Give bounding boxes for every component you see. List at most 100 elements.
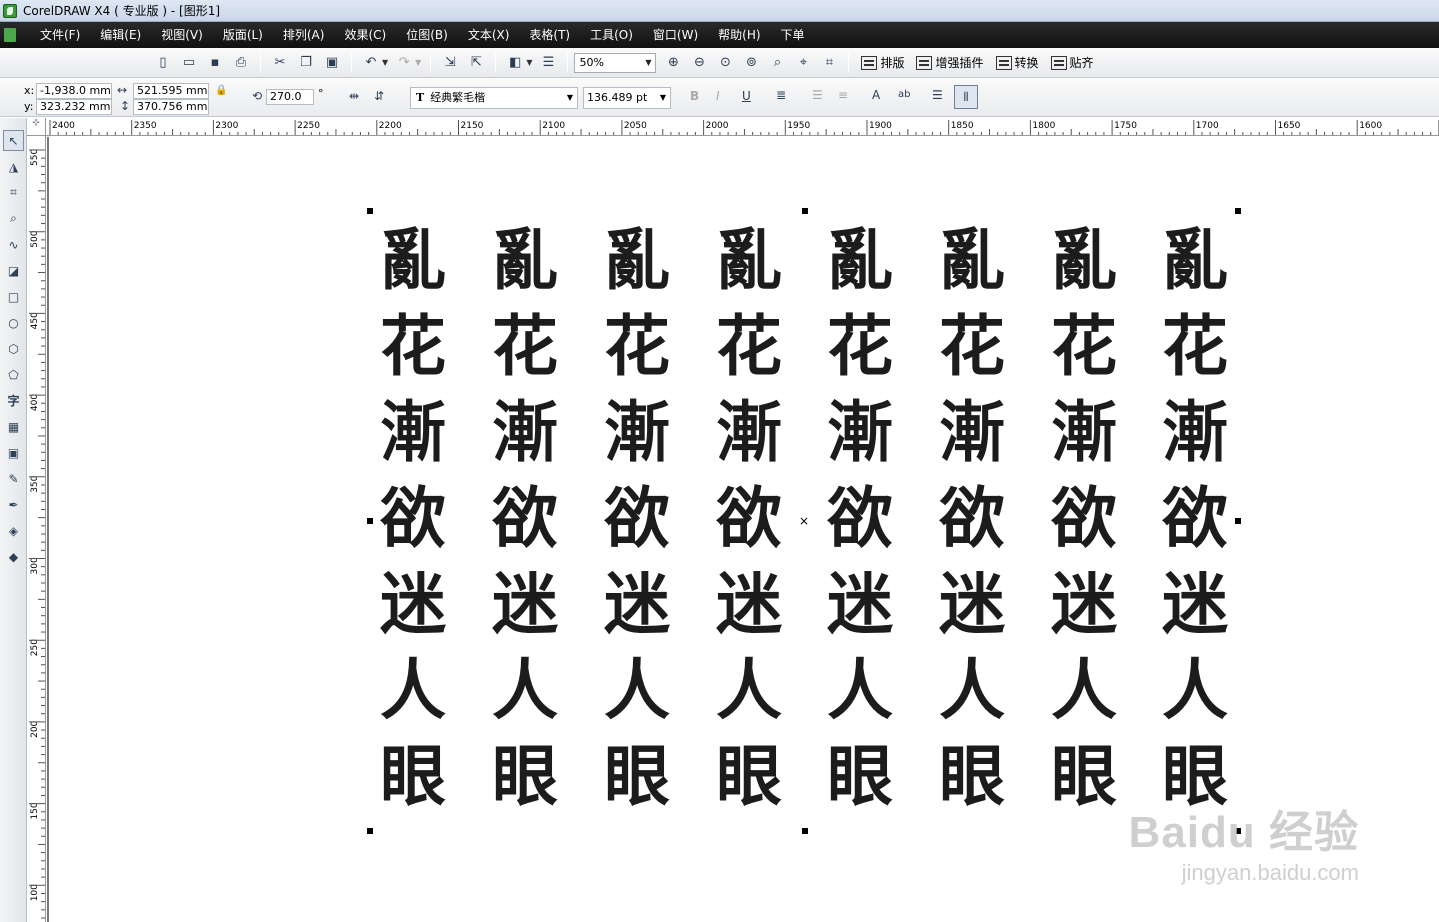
crop-tool-icon[interactable]: ⌗ xyxy=(3,182,24,203)
height-field[interactable]: 370.756 mm xyxy=(133,99,209,115)
application-launcher-icon[interactable]: ◧ xyxy=(504,52,526,74)
text-column-1[interactable]: 亂 花 漸 欲 迷 人 眼 xyxy=(373,217,453,819)
undo-icon[interactable]: ↶ xyxy=(360,52,382,74)
rotation-angle-field[interactable]: 270.0 xyxy=(266,89,314,105)
menu-view[interactable]: 视图(V) xyxy=(151,22,213,48)
menu-effects[interactable]: 效果(C) xyxy=(334,22,396,48)
zoom-out-icon[interactable]: ⊖ xyxy=(688,52,710,74)
document-icon[interactable] xyxy=(4,28,16,42)
selection-handle-bottom-left[interactable] xyxy=(367,828,373,834)
layout-button[interactable]: 排版 xyxy=(861,54,904,71)
open-folder-icon[interactable]: ▭ xyxy=(178,52,200,74)
interactive-fill-tool-icon[interactable]: ◆ xyxy=(3,546,24,567)
ellipse-tool-icon[interactable]: ○ xyxy=(3,312,24,333)
redo-icon[interactable]: ↷ xyxy=(393,52,415,74)
outline-tool-icon[interactable]: ✒ xyxy=(3,494,24,515)
text-column-8[interactable]: 亂 花 漸 欲 迷 人 眼 xyxy=(1155,217,1235,819)
basic-shapes-tool-icon[interactable]: ⬠ xyxy=(3,364,24,385)
font-family-combo[interactable]: T 经典繁毛楷 ▼ xyxy=(410,87,578,109)
polygon-tool-icon[interactable]: ⬡ xyxy=(3,338,24,359)
freehand-tool-icon[interactable]: ∿ xyxy=(3,234,24,255)
interactive-blend-tool-icon[interactable]: ▣ xyxy=(3,442,24,463)
pick-tool-icon[interactable]: ↖ xyxy=(3,130,24,151)
redo-dropdown-icon[interactable]: ▼ xyxy=(415,58,421,67)
selection-handle-middle-right[interactable] xyxy=(1235,518,1241,524)
text-column-4[interactable]: 亂 花 漸 欲 迷 人 眼 xyxy=(709,217,789,819)
width-field[interactable]: 521.595 mm xyxy=(133,83,209,99)
import-icon[interactable]: ⇲ xyxy=(439,52,461,74)
eyedropper-tool-icon[interactable]: ✎ xyxy=(3,468,24,489)
zoom-level-combo[interactable]: 50% ▼ xyxy=(574,52,657,73)
lock-ratio-icon[interactable]: 🔒 xyxy=(215,85,227,96)
welcome-screen-icon[interactable]: ☰ xyxy=(537,52,559,74)
menu-file[interactable]: 文件(F) xyxy=(30,22,90,48)
selection-handle-top-center[interactable] xyxy=(802,208,808,214)
italic-icon[interactable]: I xyxy=(716,89,720,103)
snap-to-button[interactable]: 贴齐 xyxy=(1050,54,1094,71)
drawing-canvas[interactable]: × 亂 花 漸 欲 迷 人 眼 亂 花 漸 欲 迷 人 眼 亂 花 漸 欲 迷 … xyxy=(47,137,1439,922)
selection-center-marker[interactable]: × xyxy=(799,515,809,527)
mirror-vertical-icon[interactable]: ⇵ xyxy=(374,89,384,103)
zoom-all-icon[interactable]: ⊚ xyxy=(740,52,762,74)
zoom-height-icon[interactable]: ⌗ xyxy=(818,52,840,74)
menu-text[interactable]: 文本(X) xyxy=(458,22,520,48)
y-position-field[interactable]: 323.232 mm xyxy=(36,99,112,115)
undo-dropdown-icon[interactable]: ▼ xyxy=(382,58,388,67)
align-icon[interactable]: ≣ xyxy=(776,88,786,102)
drop-cap-icon[interactable]: ≡ xyxy=(838,88,848,102)
selection-handle-bottom-center[interactable] xyxy=(802,828,808,834)
text-column-6[interactable]: 亂 花 漸 欲 迷 人 眼 xyxy=(932,217,1012,819)
horizontal-ruler[interactable]: 2400 2350 2300 2250 2200 2150 2100 2050 2000 1950… xyxy=(46,118,1439,136)
selection-handle-top-right[interactable] xyxy=(1235,208,1241,214)
menu-order[interactable]: 下单 xyxy=(771,22,815,48)
zoom-selected-icon[interactable]: ⊙ xyxy=(714,52,736,74)
paste-icon[interactable]: ▣ xyxy=(321,52,343,74)
save-icon[interactable]: ▪ xyxy=(204,52,226,74)
text-column-3[interactable]: 亂 花 漸 欲 迷 人 眼 xyxy=(597,217,677,819)
launcher-dropdown-icon[interactable]: ▼ xyxy=(526,58,532,67)
selection-handle-top-left[interactable] xyxy=(367,208,373,214)
cut-icon[interactable]: ✂ xyxy=(269,52,291,74)
bold-icon[interactable]: B xyxy=(690,89,699,103)
ruler-origin[interactable]: ⊹ xyxy=(27,118,46,136)
character-format-icon[interactable]: A xyxy=(872,88,880,102)
menu-window[interactable]: 窗口(W) xyxy=(643,22,708,48)
edit-text-icon[interactable]: ab xyxy=(898,89,910,100)
menu-table[interactable]: 表格(T) xyxy=(519,22,580,48)
text-column-2[interactable]: 亂 花 漸 欲 迷 人 眼 xyxy=(485,217,565,819)
menu-tools[interactable]: 工具(O) xyxy=(580,22,643,48)
print-icon[interactable]: ⎙ xyxy=(230,52,252,74)
zoom-in-icon[interactable]: ⊕ xyxy=(662,52,684,74)
watermark-url: jingyan.baidu.com xyxy=(1181,860,1359,885)
smart-fill-tool-icon[interactable]: ◪ xyxy=(3,260,24,281)
mirror-horizontal-icon[interactable]: ⇹ xyxy=(349,89,359,103)
zoom-page-icon[interactable]: ⌕ xyxy=(766,52,788,74)
zoom-width-icon[interactable]: ⌖ xyxy=(792,52,814,74)
vertical-text-icon[interactable]: ⦀ xyxy=(954,85,978,109)
font-size-combo[interactable]: 136.489 pt ▼ xyxy=(583,87,671,109)
text-tool-icon[interactable]: 字 xyxy=(3,390,24,411)
text-column-5[interactable]: 亂 花 漸 欲 迷 人 眼 xyxy=(820,217,900,819)
glyph: 迷 xyxy=(492,565,558,643)
menu-edit[interactable]: 编辑(E) xyxy=(90,22,151,48)
text-column-7[interactable]: 亂 花 漸 欲 迷 人 眼 xyxy=(1044,217,1124,819)
new-document-icon[interactable]: ▯ xyxy=(152,52,174,74)
menu-help[interactable]: 帮助(H) xyxy=(708,22,770,48)
menu-bitmaps[interactable]: 位图(B) xyxy=(396,22,458,48)
x-position-field[interactable]: -1,938.0 mm xyxy=(36,83,112,99)
bullet-list-icon[interactable]: ☰ xyxy=(812,88,823,102)
underline-icon[interactable]: U xyxy=(742,89,751,103)
menu-layout[interactable]: 版面(L) xyxy=(213,22,273,48)
table-tool-icon[interactable]: ▦ xyxy=(3,416,24,437)
shape-tool-icon[interactable]: ◮ xyxy=(3,156,24,177)
enhance-plugin-button[interactable]: 增强插件 xyxy=(916,54,984,71)
fill-tool-icon[interactable]: ◈ xyxy=(3,520,24,541)
menu-arrange[interactable]: 排列(A) xyxy=(273,22,335,48)
export-icon[interactable]: ⇱ xyxy=(465,52,487,74)
copy-icon[interactable]: ❐ xyxy=(295,52,317,74)
vertical-ruler[interactable]: 550 500 450 400 350 300 250 200 150 100 xyxy=(27,136,46,922)
horizontal-text-icon[interactable]: ☰ xyxy=(932,88,943,102)
rectangle-tool-icon[interactable]: □ xyxy=(3,286,24,307)
zoom-tool-icon[interactable]: ⌕ xyxy=(3,208,24,229)
convert-button[interactable]: 转换 xyxy=(995,54,1039,71)
